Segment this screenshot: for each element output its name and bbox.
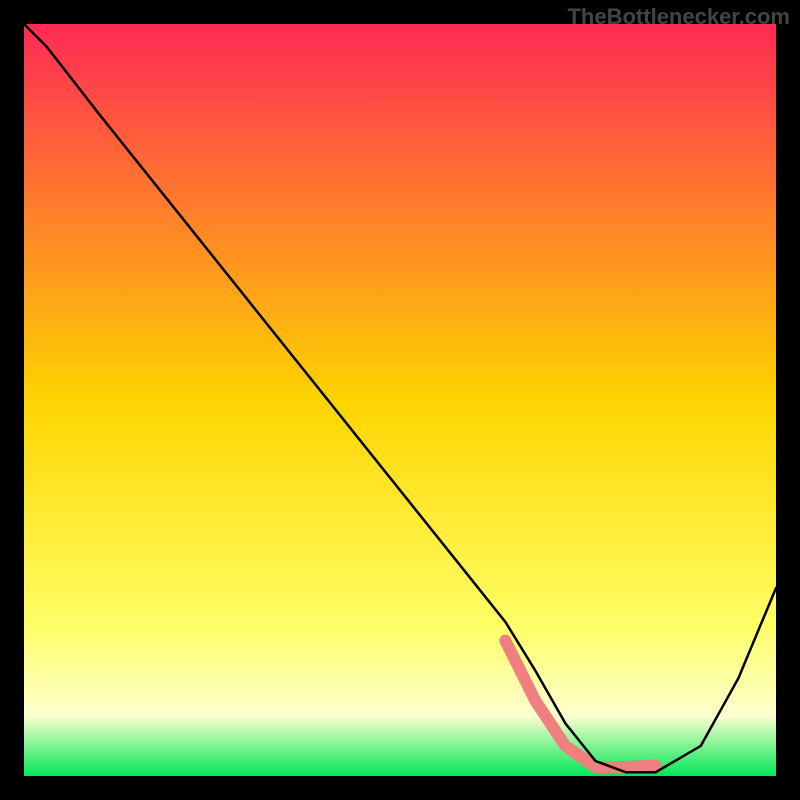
- chart-plot-area: [24, 24, 776, 776]
- chart-svg: [24, 24, 776, 776]
- gradient-background: [24, 24, 776, 776]
- watermark-text: TheBottlenecker.com: [567, 4, 790, 30]
